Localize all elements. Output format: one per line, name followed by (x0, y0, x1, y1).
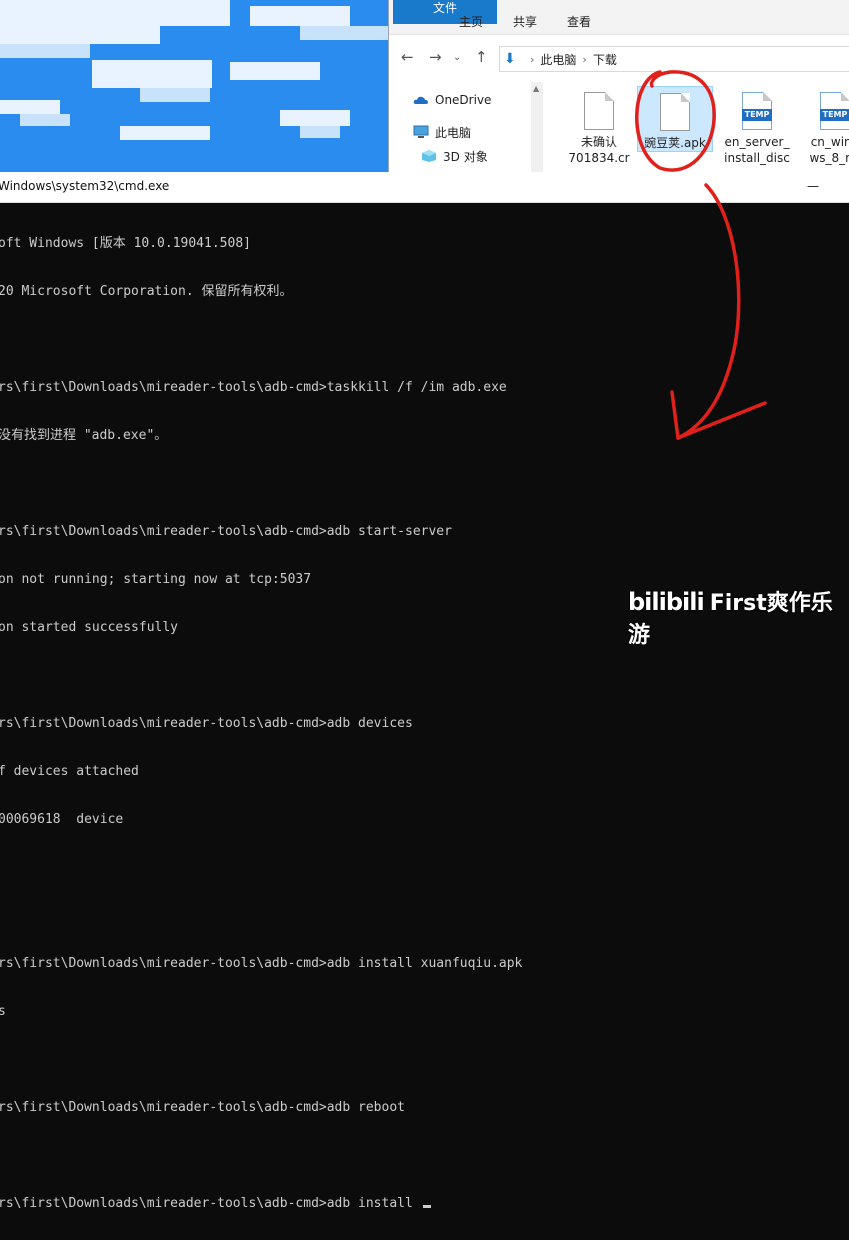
console-line: rs\first\Downloads\mireader-tools\adb-cm… (0, 1100, 405, 1115)
file-list: 未确认 701834.cr 豌豆荚.apk TEMP en_server_ in… (561, 86, 849, 172)
watermark: bilibili First爽作乐游 (628, 585, 849, 649)
ribbon-tab-share[interactable]: 共享 (499, 10, 551, 34)
nav-item-this-pc[interactable]: 此电脑 (413, 122, 471, 142)
breadcrumb-chevron-icon: › (530, 52, 535, 66)
bilibili-logo: bilibili (628, 588, 705, 616)
up-arrow-icon[interactable]: ↑ (475, 48, 488, 66)
ribbon-tab-home[interactable]: 主页 (445, 10, 497, 34)
file-explorer-window: 文件 主页 共享 查看 ← → ⌄ ↑ ⬇ › 此电脑 › 下载 OneDriv… (388, 0, 849, 172)
chevron-down-icon[interactable]: ⌄ (453, 52, 461, 63)
console-line: rs\first\Downloads\mireader-tools\adb-cm… (0, 380, 507, 395)
file-icon (584, 92, 614, 130)
console-prompt: rs\first\Downloads\mireader-tools\adb-cm… (0, 1196, 421, 1211)
file-name-line2: install_disc (724, 151, 790, 165)
scroll-up-icon[interactable]: ▲ (533, 84, 539, 93)
navigation-pane: OneDrive 此电脑 3D 对象 (389, 82, 544, 172)
console-line: rs\first\Downloads\mireader-tools\adb-cm… (0, 524, 452, 539)
console-prompt-line[interactable]: rs\first\Downloads\mireader-tools\adb-cm… (0, 1196, 849, 1212)
ribbon-tab-view[interactable]: 查看 (553, 10, 605, 34)
temp-file-icon: TEMP (820, 92, 849, 130)
download-folder-icon: ⬇ (504, 51, 516, 67)
file-name: cn_wind (810, 135, 849, 149)
breadcrumb-chevron-icon: › (582, 52, 587, 66)
cmd-window: Windows\system32\cmd.exe — oft Windows [… (0, 172, 849, 1211)
minimize-icon[interactable]: — (807, 179, 819, 193)
file-name: 未确认 (580, 135, 617, 149)
file-icon (660, 93, 690, 131)
console-line: 00069618 device (0, 812, 124, 827)
temp-badge: TEMP (742, 109, 772, 121)
file-name: 豌豆荚.apk (644, 136, 706, 150)
cloud-icon (413, 96, 428, 104)
forward-arrow-icon[interactable]: → (429, 48, 442, 66)
computer-icon (413, 125, 429, 138)
file-item[interactable]: 未确认 701834.cr (561, 86, 637, 166)
file-name-line2: ws_8_rel (809, 151, 849, 165)
temp-file-icon: TEMP (742, 92, 772, 130)
console-line: f devices attached (0, 764, 139, 779)
console-line: rs\first\Downloads\mireader-tools\adb-cm… (0, 716, 413, 731)
console-line: oft Windows [版本 10.0.19041.508] (0, 236, 251, 251)
console-line: rs\first\Downloads\mireader-tools\adb-cm… (0, 956, 523, 971)
navigation-bar: ← → ⌄ ↑ ⬇ › 此电脑 › 下载 (389, 40, 849, 76)
cmd-window-title: Windows\system32\cmd.exe (0, 179, 170, 193)
text-cursor (422, 1205, 431, 1208)
nav-item-3d-objects[interactable]: 3D 对象 (421, 146, 488, 166)
console-line: 20 Microsoft Corporation. 保留所有权利。 (0, 284, 293, 299)
ribbon: 文件 主页 共享 查看 (389, 0, 849, 35)
console-output[interactable]: oft Windows [版本 10.0.19041.508] 20 Micro… (0, 202, 849, 1211)
console-line: s (0, 1004, 6, 1019)
back-arrow-icon[interactable]: ← (401, 48, 414, 66)
nav-pane-scrollbar[interactable]: ▲ (531, 82, 543, 172)
file-name-line2: 701834.cr (568, 151, 630, 165)
address-bar[interactable]: ⬇ › 此电脑 › 下载 (499, 46, 849, 72)
cube-icon (422, 150, 436, 162)
console-line: 没有找到进程 "adb.exe"。 (0, 428, 168, 443)
breadcrumb-downloads[interactable]: 下载 (593, 51, 617, 68)
file-item[interactable]: TEMP cn_wind ws_8_rel (797, 86, 849, 166)
temp-badge: TEMP (820, 109, 849, 121)
nav-item-label: 此电脑 (435, 125, 472, 140)
cmd-title-bar[interactable]: Windows\system32\cmd.exe — (0, 172, 849, 203)
desktop-wallpaper (0, 0, 388, 172)
file-item[interactable]: TEMP en_server_ install_disc (719, 86, 795, 166)
nav-item-onedrive[interactable]: OneDrive (413, 90, 491, 110)
file-name: en_server_ (724, 135, 790, 149)
breadcrumb-this-pc[interactable]: 此电脑 (540, 51, 576, 68)
nav-item-label: 3D 对象 (443, 149, 488, 164)
nav-item-label: OneDrive (435, 93, 492, 107)
file-item-selected[interactable]: 豌豆荚.apk (637, 86, 713, 152)
